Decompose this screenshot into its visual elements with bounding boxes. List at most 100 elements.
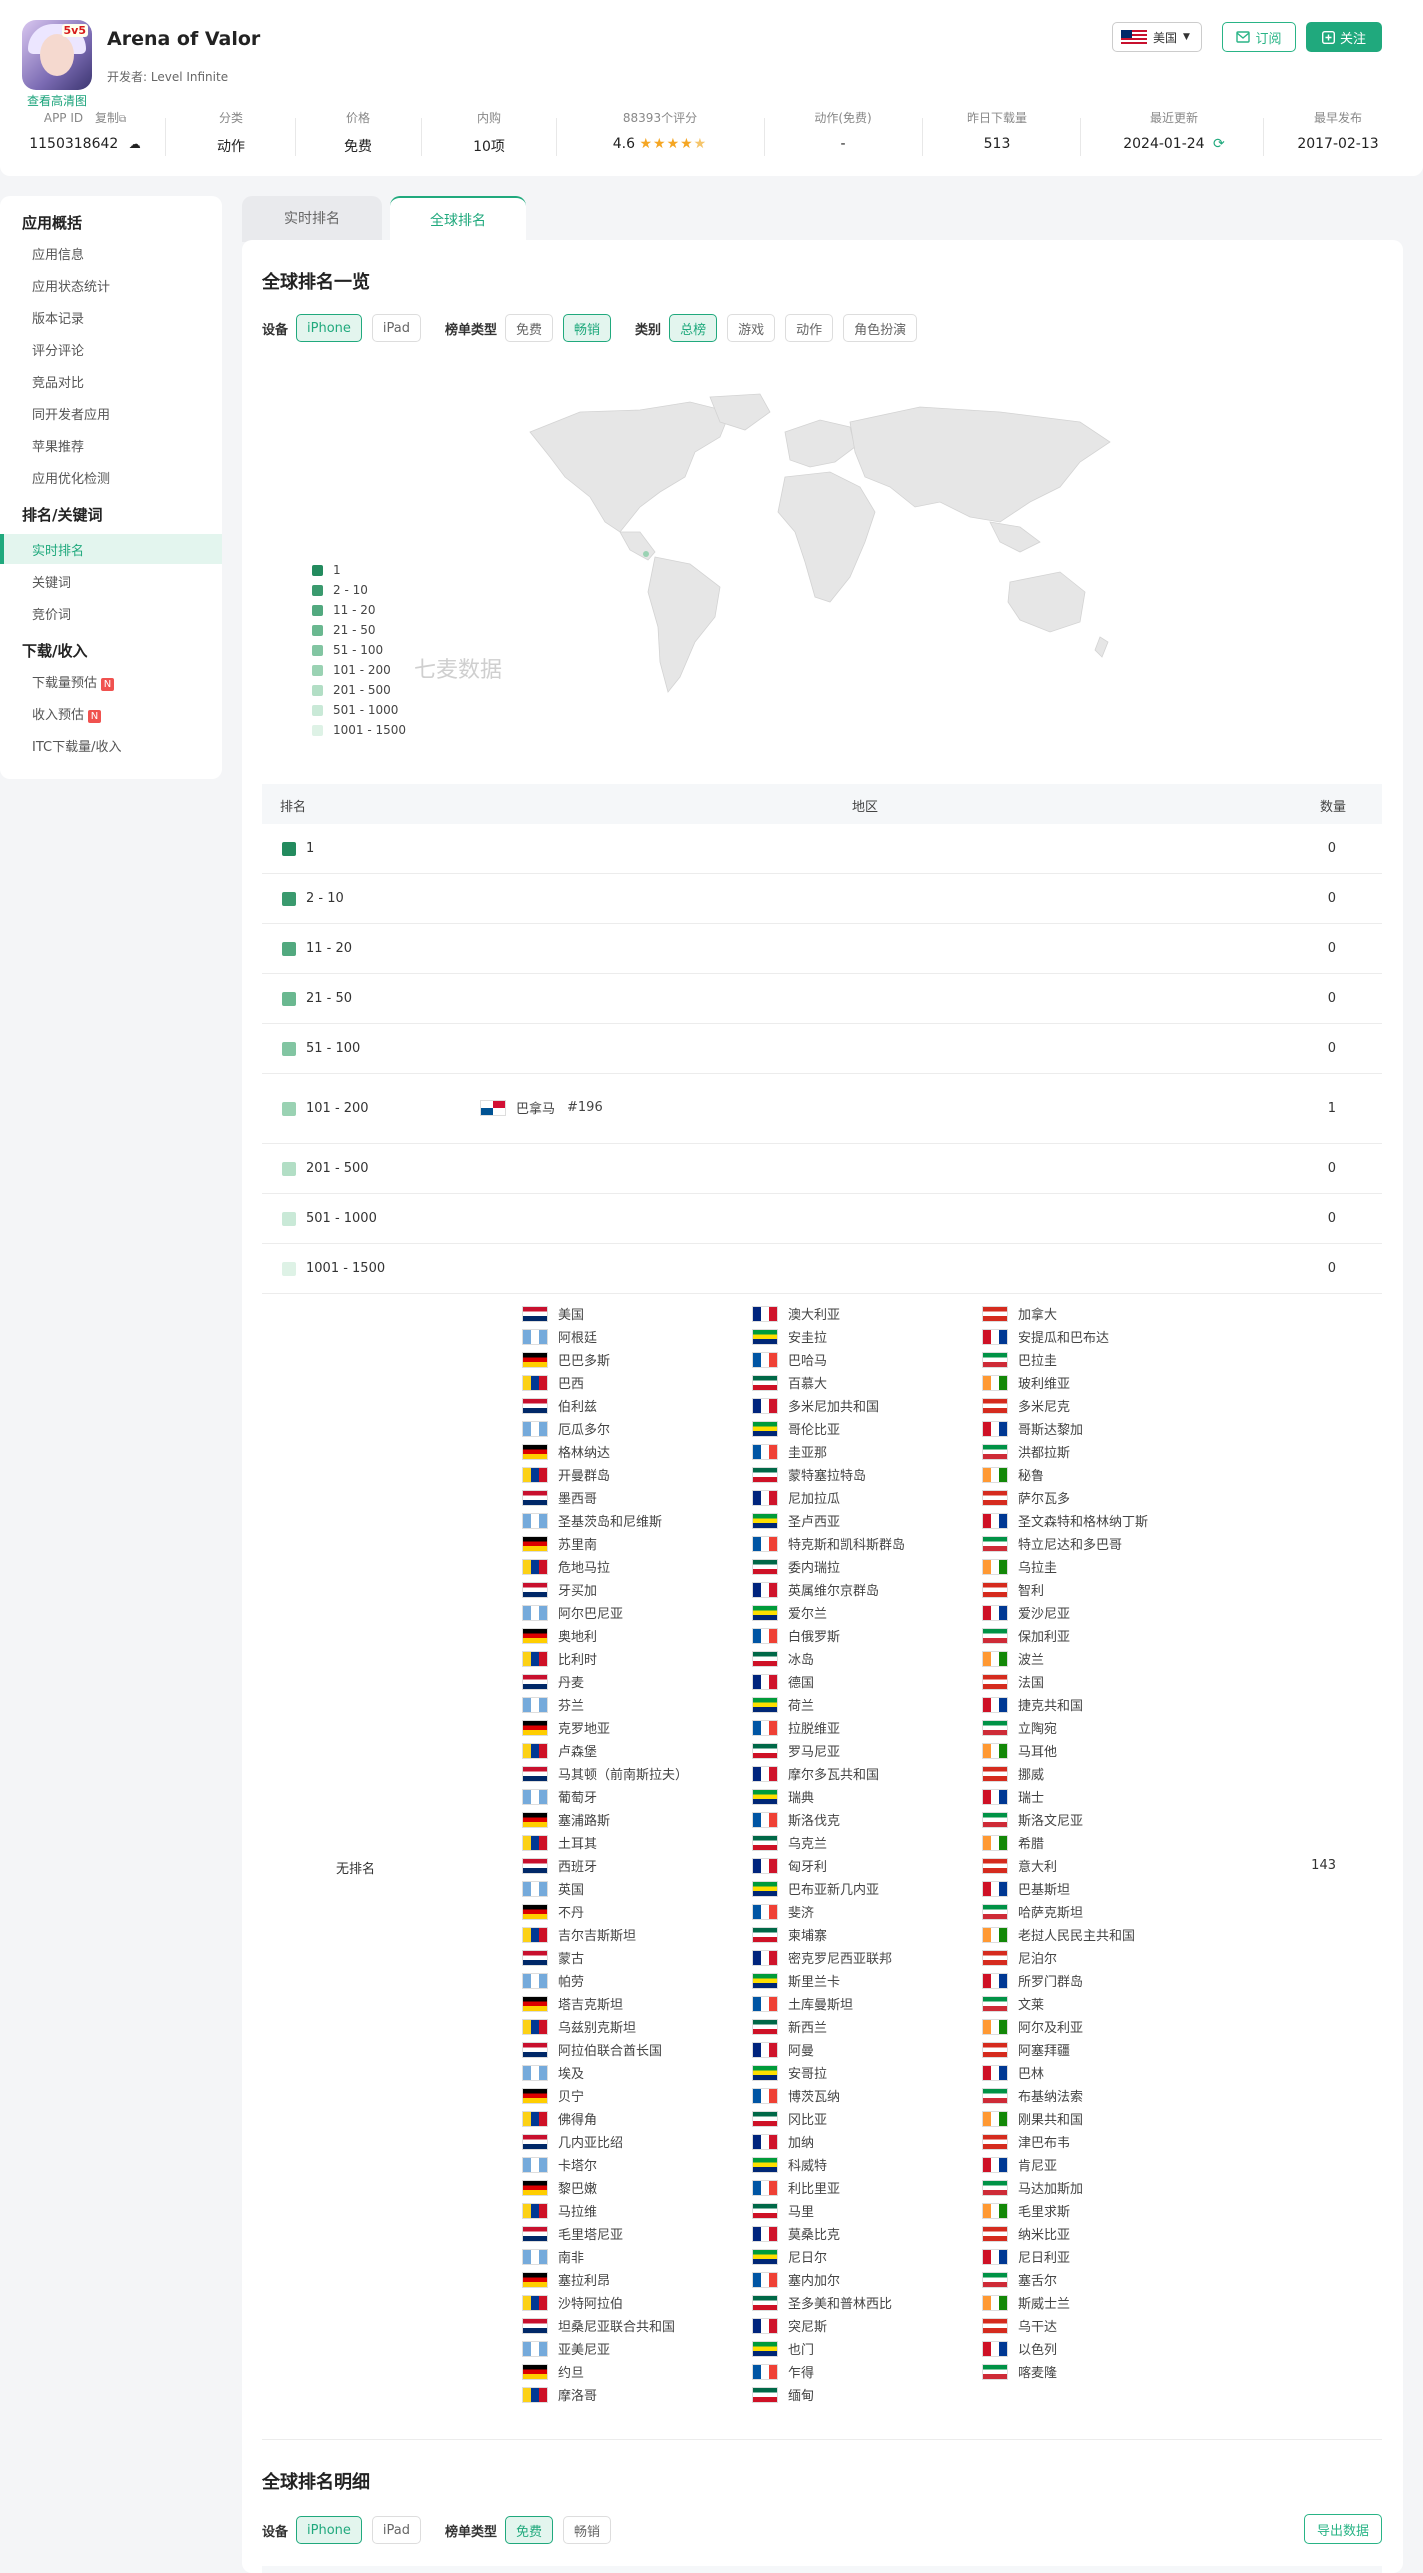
sidebar-item-aso-check[interactable]: 应用优化检测 [32,468,110,487]
country-entry[interactable]: 以色列 [982,2339,1057,2358]
country-entry[interactable]: 塞浦路斯 [522,1810,610,1829]
subscribe-button[interactable]: 订阅 [1222,22,1296,52]
cat-action-chip[interactable]: 动作 [785,314,834,342]
country-entry[interactable]: 巴林 [982,2063,1044,2082]
device-ipad-chip[interactable]: iPad [371,314,421,342]
country-entry[interactable]: 格林纳达 [522,1442,610,1461]
cloud-download-icon[interactable]: ☁ [129,137,141,151]
country-entry[interactable]: 哥斯达黎加 [982,1419,1083,1438]
map-europe[interactable] [784,419,856,468]
country-entry[interactable]: 巴基斯坦 [982,1879,1070,1898]
country-entry[interactable]: 特立尼达和多巴哥 [982,1534,1122,1553]
country-entry[interactable]: 喀麦隆 [982,2362,1057,2381]
country-entry[interactable]: 芬兰 [522,1695,584,1714]
country-entry[interactable]: 厄瓜多尔 [522,1419,610,1438]
country-entry[interactable]: 伯利兹 [522,1396,597,1415]
country-entry[interactable]: 圣文森特和格林纳丁斯 [982,1511,1148,1530]
country-entry[interactable]: 斯威士兰 [982,2293,1070,2312]
country-entry[interactable]: 纳米比亚 [982,2224,1070,2243]
country-entry[interactable]: 卢森堡 [522,1741,597,1760]
country-entry[interactable]: 葡萄牙 [522,1787,597,1806]
country-entry[interactable]: 阿塞拜疆 [982,2040,1070,2059]
country-entry[interactable]: 英属维尔京群岛 [752,1580,879,1599]
device-ipad-chip[interactable]: iPad [371,2516,421,2544]
country-entry[interactable]: 瑞士 [982,1787,1044,1806]
country-entry[interactable]: 墨西哥 [522,1488,597,1507]
sidebar-item-bid-words[interactable]: 竞价词 [32,604,71,623]
country-entry[interactable]: 挪威 [982,1764,1044,1783]
country-entry[interactable]: 沙特阿拉伯 [522,2293,623,2312]
country-entry[interactable]: 多米尼克 [982,1396,1070,1415]
country-entry[interactable]: 荷兰 [752,1695,814,1714]
app-icon[interactable]: 5v5 [22,20,92,90]
country-entry[interactable]: 佛得角 [522,2109,597,2128]
legend-item[interactable]: 21 - 50 [312,620,406,640]
country-entry[interactable]: 蒙特塞拉特岛 [752,1465,866,1484]
country-entry[interactable]: 斯里兰卡 [752,1971,840,1990]
country-entry[interactable]: 阿根廷 [522,1327,597,1346]
country-entry[interactable]: 南非 [522,2247,584,2266]
country-entry[interactable]: 委内瑞拉 [752,1557,840,1576]
country-entry[interactable]: 贝宁 [522,2086,584,2105]
country-entry[interactable]: 亚美尼亚 [522,2339,610,2358]
cat-rpg-chip[interactable]: 角色扮演 [843,314,918,342]
country-entry[interactable]: 开曼群岛 [522,1465,610,1484]
country-entry[interactable]: 罗马尼亚 [752,1741,840,1760]
country-entry[interactable]: 安提瓜和巴布达 [982,1327,1109,1346]
map-australia[interactable] [1007,571,1086,633]
tab-global-rank[interactable]: 全球排名 [390,196,526,242]
country-entry[interactable]: 德国 [752,1672,814,1691]
country-entry[interactable]: 布基纳法索 [982,2086,1083,2105]
country-entry[interactable]: 玻利维亚 [982,1373,1070,1392]
country-entry[interactable]: 缅甸 [752,2385,814,2404]
country-entry[interactable]: 坦桑尼亚联合共和国 [522,2316,675,2335]
country-entry[interactable]: 蒙古 [522,1948,584,1967]
country-entry[interactable]: 密克罗尼西亚联邦 [752,1948,892,1967]
country-entry[interactable]: 黎巴嫩 [522,2178,597,2197]
sidebar-item-versions[interactable]: 版本记录 [32,308,84,327]
stat-value[interactable]: 513 [927,136,1067,152]
list-grossing-chip[interactable]: 畅销 [563,2516,612,2544]
country-entry[interactable]: 西班牙 [522,1856,597,1875]
cat-games-chip[interactable]: 游戏 [727,314,776,342]
country-entry[interactable]: 利比里亚 [752,2178,840,2197]
country-entry[interactable]: 津巴布韦 [982,2132,1070,2151]
country-entry[interactable]: 毛里塔尼亚 [522,2224,623,2243]
country-entry[interactable]: 尼加拉瓜 [752,1488,840,1507]
sidebar-item-revenue-estimate[interactable]: 收入预估 N [32,704,102,723]
legend-item[interactable]: 51 - 100 [312,640,406,660]
country-entry[interactable]: 巴布亚新几内亚 [752,1879,879,1898]
map-north-america[interactable] [529,401,731,533]
map-asia[interactable] [849,406,1111,523]
country-entry[interactable]: 尼日利亚 [982,2247,1070,2266]
country-entry[interactable]: 乌兹别克斯坦 [522,2017,636,2036]
country-entry[interactable]: 阿尔及利亚 [982,2017,1083,2036]
country-entry[interactable]: 塔吉克斯坦 [522,1994,623,2013]
country-entry[interactable]: 拉脱维亚 [752,1718,840,1737]
country-entry[interactable]: 圣多美和普林西比 [752,2293,892,2312]
country-entry[interactable]: 莫桑比克 [752,2224,840,2243]
country-entry[interactable]: 巴哈马 [752,1350,827,1369]
country-entry[interactable]: 巴西 [522,1373,584,1392]
country-entry[interactable]: 塞内加尔 [752,2270,840,2289]
country-entry[interactable]: 意大利 [982,1856,1057,1875]
country-entry[interactable]: 柬埔寨 [752,1925,827,1944]
country-entry[interactable]: 帕劳 [522,1971,584,1990]
country-entry[interactable]: 澳大利亚 [752,1304,840,1323]
country-entry[interactable]: 巴拿马 #196 [480,1098,603,1117]
map-panama-marker[interactable] [643,551,649,557]
country-entry[interactable]: 肯尼亚 [982,2155,1057,2174]
legend-item[interactable]: 1001 - 1500 [312,720,406,740]
country-entry[interactable]: 克罗地亚 [522,1718,610,1737]
copy-button[interactable]: 复制⧉ [95,111,126,125]
country-entry[interactable]: 乍得 [752,2362,814,2381]
sidebar-item-download-estimate[interactable]: 下载量预估 N [32,672,115,691]
country-entry[interactable]: 匈牙利 [752,1856,827,1875]
country-entry[interactable]: 老挝人民民主共和国 [982,1925,1135,1944]
country-entry[interactable]: 危地马拉 [522,1557,610,1576]
map-south-america[interactable] [647,556,721,693]
country-entry[interactable]: 秘鲁 [982,1465,1044,1484]
stat-value[interactable]: 10项 [426,136,552,156]
map-africa[interactable] [777,471,876,603]
country-entry[interactable]: 不丹 [522,1902,584,1921]
